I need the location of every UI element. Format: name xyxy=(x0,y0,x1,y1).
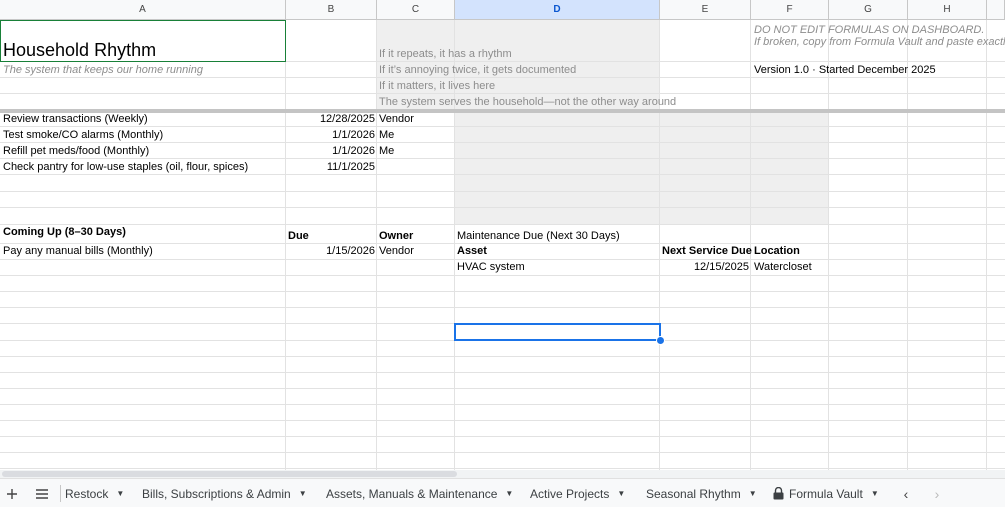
fill-handle[interactable] xyxy=(656,336,665,345)
scroll-tabs-left-button[interactable]: ‹ xyxy=(897,479,915,508)
sheet-tab-bar: Restock ▼ Bills, Subscriptions & Admin ▼… xyxy=(0,478,1005,507)
coming-up-owner-header: Owner xyxy=(379,230,414,242)
principle-4: The system serves the household—not the … xyxy=(379,96,677,108)
lock-icon xyxy=(773,487,784,500)
spreadsheet-grid[interactable]: A B C D E F G H Household Rhythm The sys… xyxy=(0,0,1005,470)
version-label: Version 1.0 · Started December 2025 xyxy=(754,64,936,76)
tab-bills-subscriptions-admin[interactable]: Bills, Subscriptions & Admin ▼ xyxy=(142,479,307,508)
caret-down-icon[interactable]: ▼ xyxy=(871,489,879,498)
principle-3: If it matters, it lives here xyxy=(379,80,496,92)
tab-assets-manuals-maintenance[interactable]: Assets, Manuals & Maintenance ▼ xyxy=(326,479,513,508)
task-owner[interactable]: Me xyxy=(379,128,394,143)
active-cell-selection[interactable] xyxy=(454,323,661,341)
task-owner[interactable]: Vendor xyxy=(379,112,414,127)
column-header-b[interactable]: B xyxy=(286,0,377,20)
plus-icon xyxy=(7,488,17,499)
maintenance-location-header: Location xyxy=(754,245,800,257)
chevron-left-icon: ‹ xyxy=(903,485,909,502)
coming-up-owner[interactable]: Vendor xyxy=(379,244,414,259)
chevron-right-icon: › xyxy=(934,485,940,502)
caret-down-icon[interactable]: ▼ xyxy=(505,489,513,498)
task-name[interactable]: Check pantry for low-use staples (oil, f… xyxy=(3,160,248,175)
maintenance-asset-header: Asset xyxy=(457,245,487,257)
task-name[interactable]: Test smoke/CO alarms (Monthly) xyxy=(3,128,163,143)
task-due-date[interactable]: 1/1/2026 xyxy=(286,144,375,159)
caret-down-icon[interactable]: ▼ xyxy=(617,489,625,498)
principle-2: If it’s annoying twice, it gets document… xyxy=(379,64,577,76)
maintenance-next-service-header: Next Service Due xyxy=(662,245,752,257)
column-header-e[interactable]: E xyxy=(660,0,751,20)
add-sheet-button[interactable] xyxy=(2,479,22,508)
column-header-g[interactable]: G xyxy=(829,0,908,20)
column-header-d[interactable]: D xyxy=(455,0,660,20)
column-header-overflow xyxy=(987,0,1005,20)
maintenance-next-service-date[interactable]: 12/15/2025 xyxy=(660,260,749,275)
principle-1: If it repeats, it has a rhythm xyxy=(379,48,512,60)
tab-active-projects[interactable]: Active Projects ▼ xyxy=(530,479,625,508)
page-title: Household Rhythm xyxy=(3,40,157,60)
coming-up-due-header: Due xyxy=(288,230,309,242)
column-header-a[interactable]: A xyxy=(0,0,286,20)
maintenance-heading: Maintenance Due (Next 30 Days) xyxy=(457,230,620,242)
task-due-date[interactable]: 11/1/2025 xyxy=(286,160,375,175)
maintenance-location[interactable]: Watercloset xyxy=(754,260,812,275)
coming-up-due-date[interactable]: 1/15/2026 xyxy=(286,244,375,259)
formula-warning-line2: If broken, copy from Formula Vault and p… xyxy=(754,36,1005,48)
tab-label: Bills, Subscriptions & Admin xyxy=(142,486,291,501)
tab-restock[interactable]: Restock ▼ xyxy=(65,479,124,508)
tab-seasonal-rhythm[interactable]: Seasonal Rhythm ▼ xyxy=(646,479,757,508)
task-owner[interactable]: Me xyxy=(379,144,394,159)
caret-down-icon[interactable]: ▼ xyxy=(749,489,757,498)
task-due-date[interactable]: 1/1/2026 xyxy=(286,128,375,143)
column-header-h[interactable]: H xyxy=(908,0,987,20)
task-name[interactable]: Refill pet meds/food (Monthly) xyxy=(3,144,149,159)
task-due-date[interactable]: 12/28/2025 xyxy=(286,112,375,127)
scroll-tabs-right-button[interactable]: › xyxy=(928,479,946,508)
all-sheets-button[interactable] xyxy=(32,479,52,508)
column-header-c[interactable]: C xyxy=(377,0,455,20)
page-subtitle: The system that keeps our home running xyxy=(3,64,203,76)
coming-up-task[interactable]: Pay any manual bills (Monthly) xyxy=(3,244,153,259)
caret-down-icon[interactable]: ▼ xyxy=(299,489,307,498)
maintenance-asset[interactable]: HVAC system xyxy=(457,260,525,275)
column-header-f[interactable]: F xyxy=(751,0,829,20)
coming-up-heading: Coming Up (8–30 Days) xyxy=(3,226,126,238)
tab-formula-vault[interactable]: Formula Vault ▼ xyxy=(773,479,879,508)
caret-down-icon[interactable]: ▼ xyxy=(116,489,124,498)
tab-label: Assets, Manuals & Maintenance xyxy=(326,486,498,501)
menu-icon xyxy=(36,488,48,499)
horizontal-scrollbar-thumb[interactable] xyxy=(2,471,457,477)
task-name[interactable]: Review transactions (Weekly) xyxy=(3,112,148,127)
tab-label: Active Projects xyxy=(530,486,610,501)
tab-label: Restock xyxy=(65,486,109,501)
tab-label: Formula Vault xyxy=(789,486,863,501)
tab-label: Seasonal Rhythm xyxy=(646,486,741,501)
